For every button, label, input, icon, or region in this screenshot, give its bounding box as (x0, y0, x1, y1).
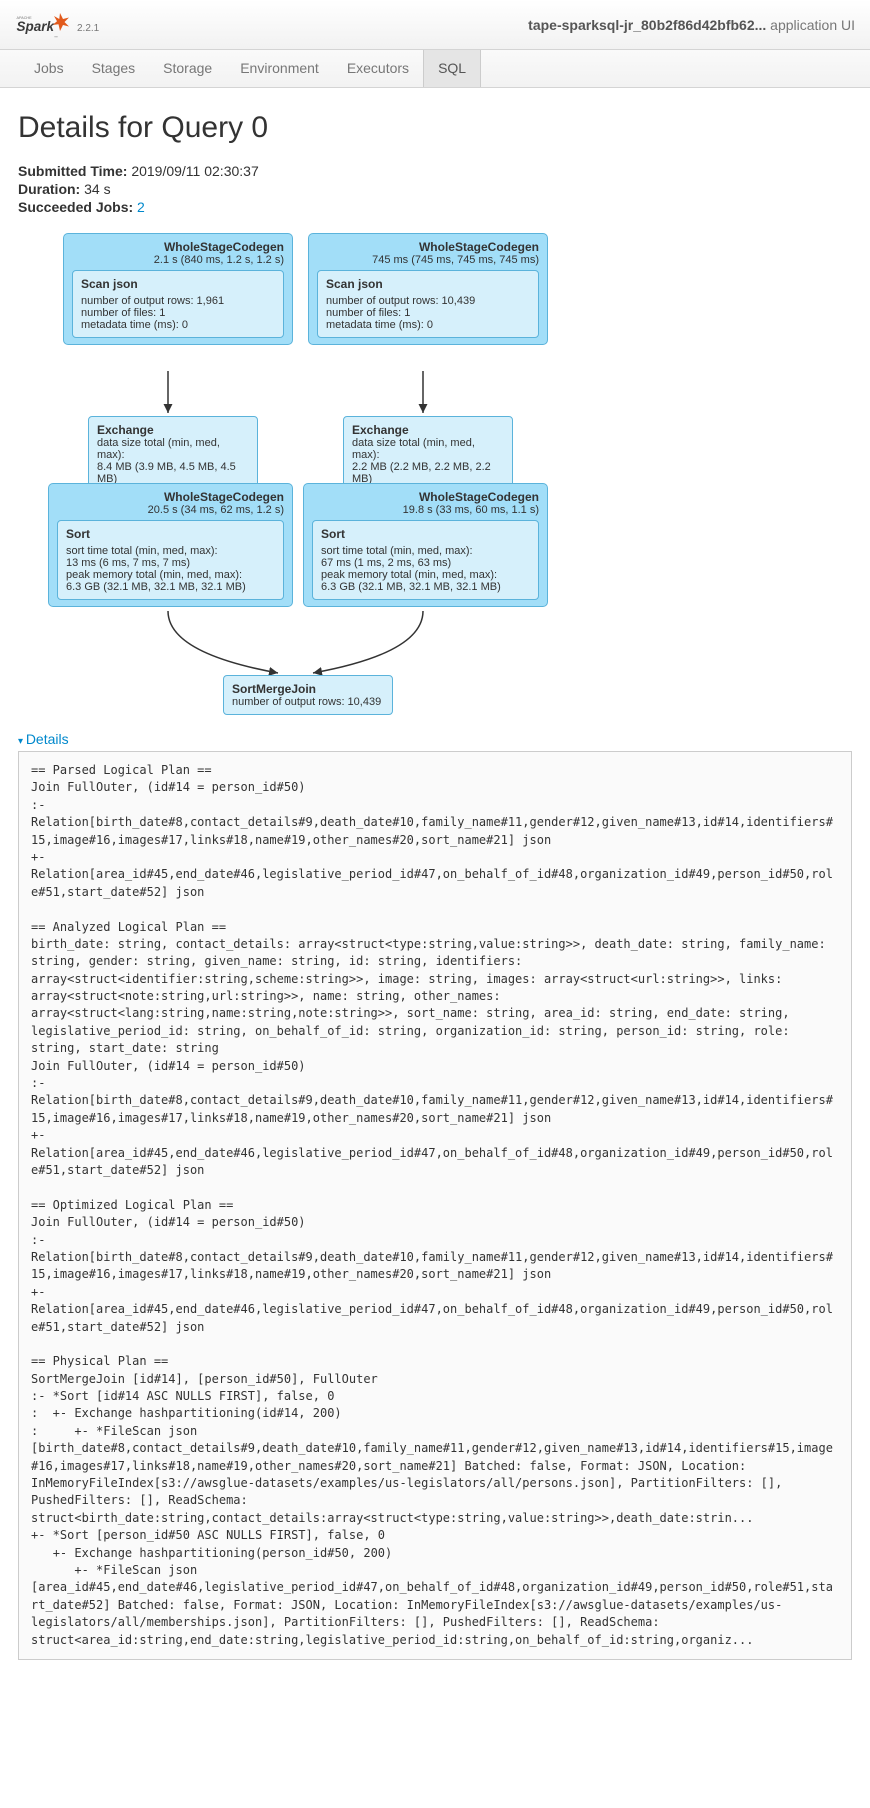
meta-submitted: Submitted Time: 2019/09/11 02:30:37 (18, 163, 852, 179)
tab-jobs[interactable]: Jobs (20, 50, 78, 87)
meta-duration: Duration: 34 s (18, 181, 852, 197)
dag-node-exchange-left[interactable]: Exchange data size total (min, med, max)… (88, 416, 258, 492)
top-navbar: Spar k APACHE ™ 2.2.1 tape-sparksql-jr_8… (0, 0, 870, 50)
svg-text:APACHE: APACHE (17, 16, 33, 20)
dag-node-wsc-sort-left[interactable]: WholeStageCodegen 20.5 s (34 ms, 62 ms, … (48, 483, 293, 607)
tab-executors[interactable]: Executors (333, 50, 423, 87)
details-toggle[interactable]: Details (18, 731, 852, 747)
spark-version: 2.2.1 (77, 23, 99, 34)
dag-visualization: WholeStageCodegen 2.1 s (840 ms, 1.2 s, … (48, 233, 852, 723)
main-container: Details for Query 0 Submitted Time: 2019… (0, 88, 870, 1675)
tab-storage[interactable]: Storage (149, 50, 226, 87)
plan-text: == Parsed Logical Plan == Join FullOuter… (18, 751, 852, 1660)
dag-node-sort-left: Sort sort time total (min, med, max): 13… (57, 520, 284, 600)
meta-succeeded: Succeeded Jobs: 2 (18, 199, 852, 215)
dag-node-wsc-scan-right[interactable]: WholeStageCodegen 745 ms (745 ms, 745 ms… (308, 233, 548, 345)
query-meta: Submitted Time: 2019/09/11 02:30:37 Dura… (18, 163, 852, 215)
tab-sql[interactable]: SQL (423, 50, 481, 87)
dag-node-wsc-sort-right[interactable]: WholeStageCodegen 19.8 s (33 ms, 60 ms, … (303, 483, 548, 607)
dag-node-sort-right: Sort sort time total (min, med, max): 67… (312, 520, 539, 600)
svg-text:Spar: Spar (17, 19, 48, 34)
tab-stages[interactable]: Stages (78, 50, 150, 87)
dag-node-sortmergejoin[interactable]: SortMergeJoin number of output rows: 10,… (223, 675, 393, 715)
dag-node-scan-left: Scan json number of output rows: 1,961 n… (72, 270, 284, 338)
spark-logo-icon: Spar k APACHE ™ (15, 10, 75, 40)
svg-text:™: ™ (54, 35, 58, 39)
dag-node-wsc-scan-left[interactable]: WholeStageCodegen 2.1 s (840 ms, 1.2 s, … (63, 233, 293, 345)
brand[interactable]: Spar k APACHE ™ 2.2.1 (15, 10, 99, 40)
dag-node-exchange-right[interactable]: Exchange data size total (min, med, max)… (343, 416, 513, 492)
app-name: tape-sparksql-jr_80b2f86d42bfb62... (528, 17, 766, 33)
succeeded-jobs-link[interactable]: 2 (137, 199, 145, 215)
svg-text:k: k (47, 19, 56, 34)
dag-node-scan-right: Scan json number of output rows: 10,439 … (317, 270, 539, 338)
nav-tabs: Jobs Stages Storage Environment Executor… (0, 50, 870, 88)
page-title: Details for Query 0 (18, 111, 852, 145)
tab-environment[interactable]: Environment (226, 50, 333, 87)
app-title: tape-sparksql-jr_80b2f86d42bfb62... appl… (528, 17, 855, 33)
